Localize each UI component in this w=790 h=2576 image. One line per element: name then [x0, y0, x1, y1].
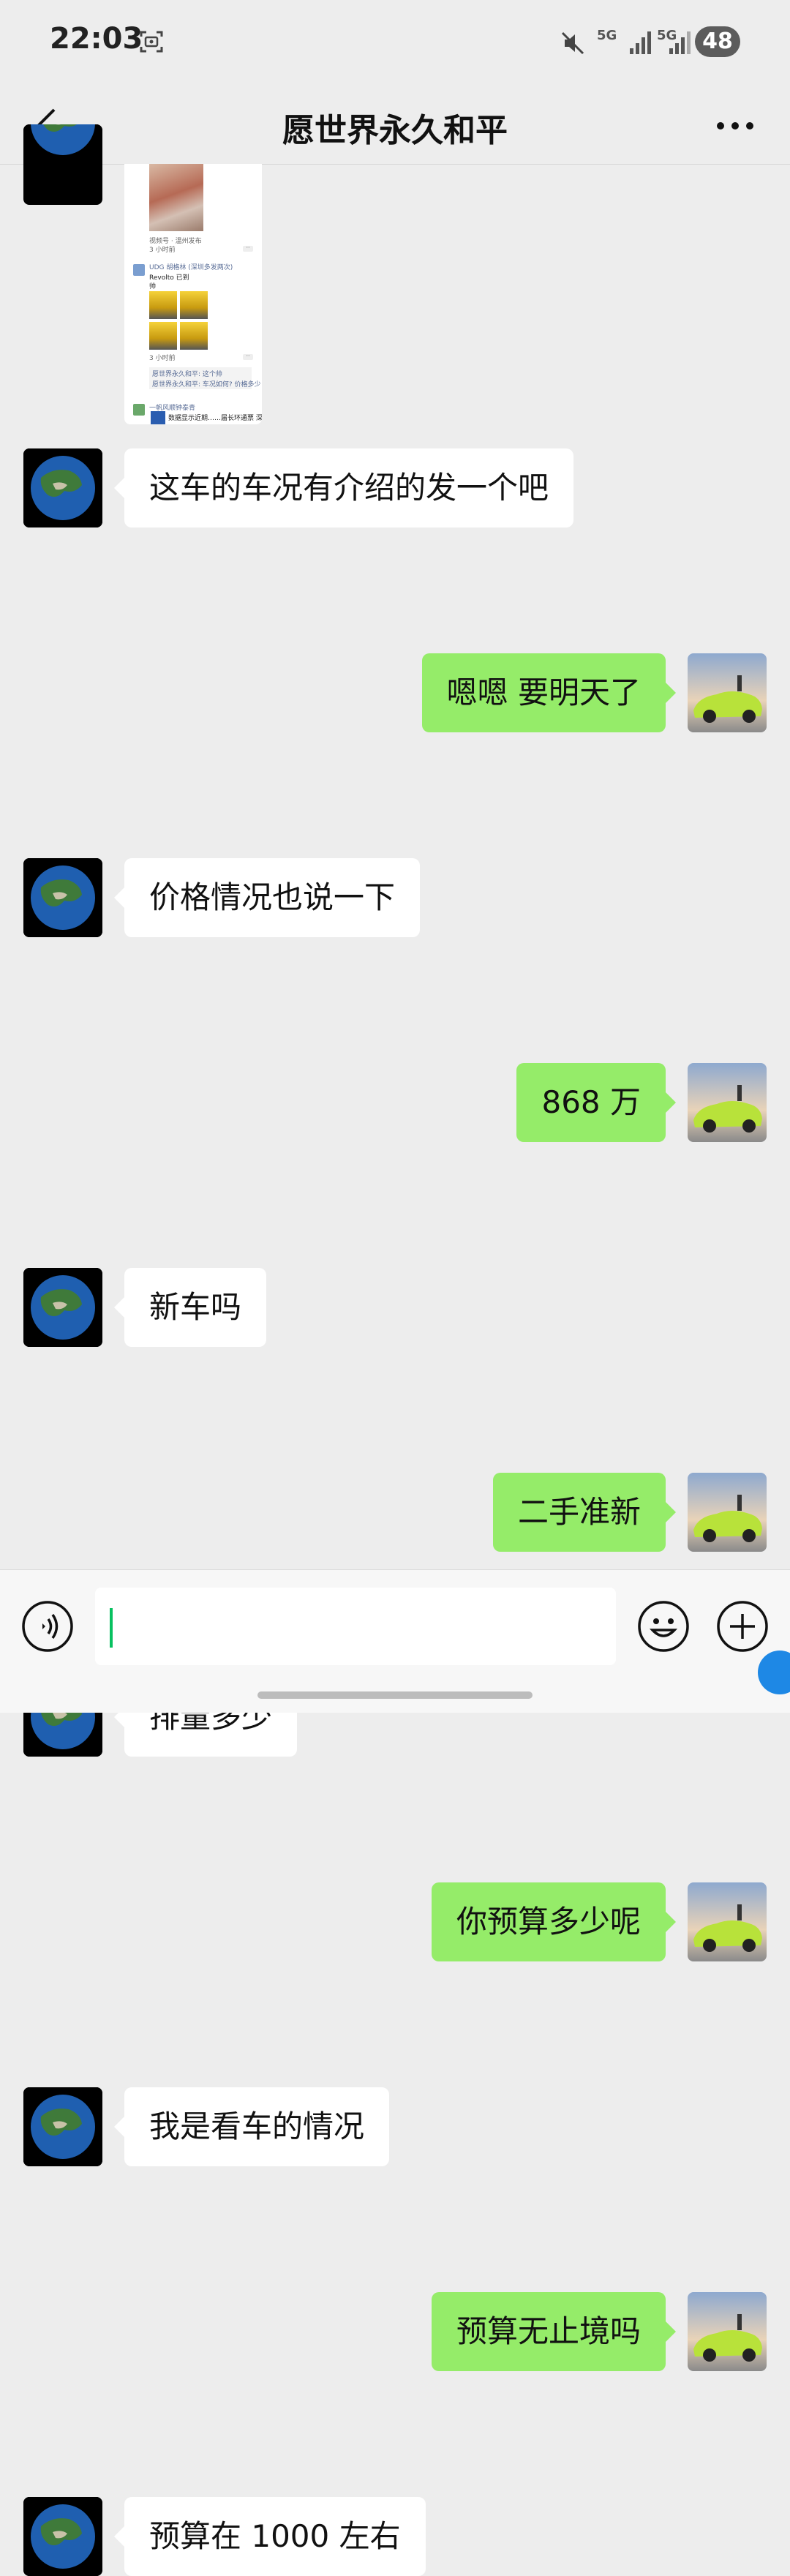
sent-message[interactable]: 你预算多少呢: [431, 1882, 677, 1961]
battery-icon: 48: [695, 26, 740, 57]
voice-icon[interactable]: [20, 1599, 75, 1653]
earth-avatar-icon: [23, 1268, 102, 1347]
screen-record-icon: [140, 31, 163, 53]
earth-avatar-icon: [23, 124, 102, 162]
message-input[interactable]: [95, 1588, 616, 1665]
sent-message[interactable]: 嗯嗯 要明天了: [421, 653, 677, 732]
emoji-icon[interactable]: [636, 1599, 691, 1653]
card-time: 3 小时前: [149, 247, 176, 254]
card-comment: 愿世界永久和平: 这个帅: [152, 371, 222, 378]
car-avatar-icon: [688, 1473, 767, 1552]
avatar[interactable]: [23, 2497, 102, 2576]
mini-avatar: [133, 264, 145, 276]
received-message[interactable]: 我是看车的情况: [113, 2087, 390, 2166]
avatar[interactable]: [688, 1882, 767, 1961]
car-photo: [180, 291, 208, 319]
status-bar: 22:03 5G 5G 48: [0, 0, 790, 88]
received-message[interactable]: 预算在 1000 左右: [114, 2497, 426, 2576]
card-thumb: [151, 411, 165, 424]
card-text: 帅: [149, 283, 157, 290]
status-time: 22:03: [50, 22, 143, 56]
car-photo: [180, 322, 208, 350]
car-photo: [149, 322, 177, 350]
card-comment: 愿世界永久和平: 车况如何? 价格多少: [152, 381, 261, 388]
avatar[interactable]: [688, 1473, 767, 1552]
avatar[interactable]: [688, 653, 767, 732]
car-photo: [149, 291, 177, 319]
chat-header: 愿世界永久和平: [0, 88, 790, 164]
avatar[interactable]: [23, 448, 102, 527]
avatar[interactable]: [23, 2087, 102, 2166]
mute-icon: [561, 31, 584, 55]
sent-message[interactable]: 预算无止境吗: [431, 2292, 677, 2371]
car-avatar-icon: [688, 2292, 767, 2371]
forwarded-screenshot[interactable]: 视频号 · 温州发布 3 小时前 ·· UDG 胡格林 (深圳多发两次) Rev…: [124, 164, 262, 424]
chat-title: 愿世界永久和平: [282, 112, 508, 149]
earth-avatar-icon: [23, 2087, 102, 2166]
network-type-1: 5G: [597, 28, 617, 43]
received-message[interactable]: 新车吗: [113, 1268, 267, 1347]
earth-avatar-icon: [23, 2497, 102, 2576]
signal-icon: [669, 31, 691, 54]
signal-icon: [630, 31, 651, 54]
car-avatar-icon: [688, 653, 767, 732]
home-indicator[interactable]: [257, 1691, 533, 1699]
car-avatar-icon: [688, 1882, 767, 1961]
avatar[interactable]: [23, 858, 102, 937]
card-author: UDG 胡格林 (深圳多发两次): [149, 264, 233, 271]
video-thumbnail: [149, 164, 203, 231]
avatar[interactable]: [23, 124, 102, 205]
avatar[interactable]: [688, 2292, 767, 2371]
received-message[interactable]: 这车的车况有介绍的发一个吧: [113, 448, 574, 527]
earth-avatar-icon: [23, 448, 102, 527]
card-time: 3 小时前: [149, 355, 176, 362]
avatar[interactable]: [23, 1268, 102, 1347]
car-avatar-icon: [688, 1063, 767, 1142]
text-caret: [110, 1608, 113, 1648]
sent-message[interactable]: 868 万: [516, 1063, 676, 1142]
sent-message[interactable]: 二手准新: [492, 1473, 677, 1552]
received-message[interactable]: 价格情况也说一下: [113, 858, 421, 937]
plus-icon[interactable]: [715, 1599, 770, 1653]
card-text: 数据显示近期……届长环通票 深: [168, 415, 262, 422]
card-more-icon: ··: [243, 353, 253, 360]
more-dots-icon[interactable]: [713, 113, 757, 139]
mini-avatar: [133, 404, 145, 416]
earth-avatar-icon: [23, 858, 102, 937]
header-divider: [0, 164, 790, 165]
avatar[interactable]: [688, 1063, 767, 1142]
card-more-icon: ··: [243, 245, 253, 252]
